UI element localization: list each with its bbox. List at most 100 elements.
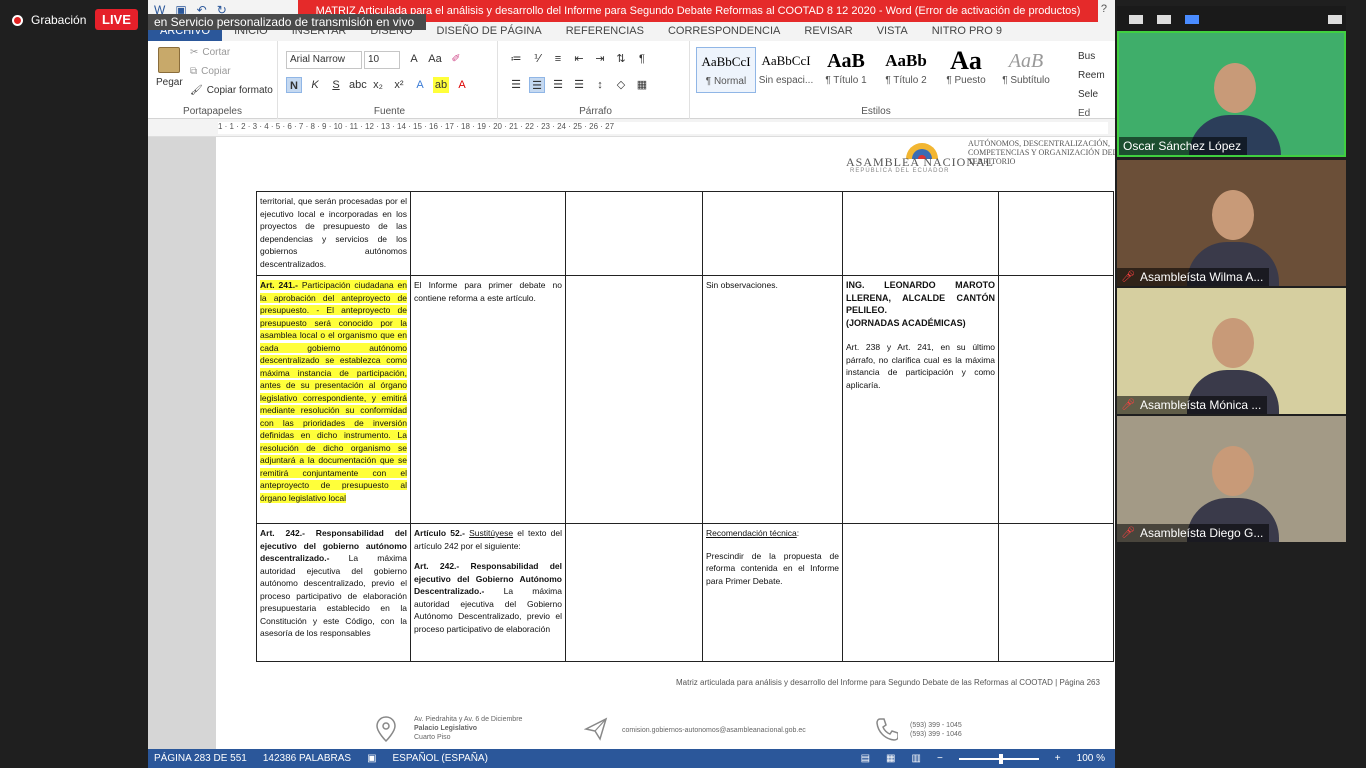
- borders-icon[interactable]: ▦: [634, 77, 650, 93]
- sort-icon[interactable]: ⇅: [613, 51, 629, 67]
- italic-icon[interactable]: K: [307, 77, 323, 93]
- align-left-icon[interactable]: ☰: [508, 77, 524, 93]
- tab-diseno-pagina[interactable]: DISEÑO DE PÁGINA: [425, 22, 554, 41]
- participant-tile[interactable]: 🎤︎ Asambleísta Diego G...: [1117, 416, 1346, 542]
- font-color-icon[interactable]: A: [454, 77, 470, 93]
- participant-tile[interactable]: 🎤︎ Asambleísta Wilma A...: [1117, 160, 1346, 286]
- justify-icon[interactable]: ☰: [571, 77, 587, 93]
- copy-button[interactable]: ⧉ Copiar: [190, 66, 231, 77]
- font-size-buttons: A Aa ✐: [406, 51, 464, 67]
- table-cell[interactable]: [410, 191, 566, 276]
- cut-button[interactable]: ✂ Cortar: [190, 47, 230, 58]
- participant-name: 🎤︎ Asambleísta Wilma A...: [1117, 268, 1270, 286]
- font-family-select[interactable]: Arial Narrow: [286, 51, 362, 69]
- style-title[interactable]: Aa ¶ Puesto: [936, 47, 996, 93]
- table-cell[interactable]: ING. LEONARDO MAROTO LLERENA, ALCALDE CA…: [842, 275, 999, 524]
- read-mode-icon[interactable]: ▤: [861, 753, 870, 764]
- table-cell[interactable]: [842, 191, 999, 276]
- tab-vista[interactable]: VISTA: [865, 22, 920, 41]
- tab-nitro[interactable]: NITRO PRO 9: [920, 22, 1014, 41]
- zoom-out-icon[interactable]: −: [937, 753, 943, 764]
- multilevel-icon[interactable]: ≡: [550, 51, 566, 67]
- numbering-icon[interactable]: ⅟: [529, 51, 545, 67]
- table-cell[interactable]: [998, 523, 1114, 662]
- grow-font-icon[interactable]: A: [406, 51, 422, 67]
- subscript-icon[interactable]: x₂: [370, 77, 386, 93]
- zoom-thumb[interactable]: [998, 753, 1003, 764]
- align-center-icon[interactable]: ☰: [529, 77, 545, 93]
- zoom-level[interactable]: 100 %: [1077, 753, 1105, 764]
- select-button[interactable]: Sele: [1078, 85, 1105, 104]
- brush-icon: 🖌: [190, 85, 203, 96]
- table-cell[interactable]: [565, 523, 703, 662]
- participant-name-text: Oscar Sánchez López: [1123, 139, 1242, 153]
- paste-icon[interactable]: [158, 47, 180, 73]
- proofing-icon[interactable]: ▣: [367, 753, 376, 764]
- font-format-buttons: N K S abc x₂ x² A ab A: [286, 77, 470, 93]
- copy-icon: ⧉: [190, 66, 198, 77]
- bold-icon[interactable]: N: [286, 77, 302, 93]
- style-heading-2[interactable]: AaBb ¶ Título 2: [876, 47, 936, 93]
- change-case-icon[interactable]: Aa: [427, 51, 443, 67]
- page-footer: Matriz articulada para análisis y desarr…: [676, 678, 1100, 687]
- style-subtitle[interactable]: AaB ¶ Subtítulo: [996, 47, 1056, 93]
- find-button[interactable]: Bus: [1078, 47, 1105, 66]
- view-strip-icon[interactable]: [1157, 14, 1171, 24]
- table-cell[interactable]: Art. 241.- Participación ciudadana en la…: [256, 275, 411, 524]
- shading-icon[interactable]: ◇: [613, 77, 629, 93]
- style-no-spacing[interactable]: AaBbCcI Sin espaci...: [756, 47, 816, 93]
- style-heading-1[interactable]: AaB ¶ Título 1: [816, 47, 876, 93]
- page-count[interactable]: PÁGINA 283 DE 551: [154, 753, 247, 764]
- table-cell[interactable]: territorial, que serán procesadas por el…: [256, 191, 411, 276]
- tab-correspondencia[interactable]: CORRESPONDENCIA: [656, 22, 792, 41]
- table-cell[interactable]: [565, 275, 703, 524]
- font-size-select[interactable]: 10: [364, 51, 400, 69]
- table-cell[interactable]: El Informe para primer debate no contien…: [410, 275, 566, 524]
- superscript-icon[interactable]: x²: [391, 77, 407, 93]
- tab-revisar[interactable]: REVISAR: [792, 22, 864, 41]
- table-cell[interactable]: Artículo 52.- Sustitúyese el texto del a…: [410, 523, 566, 662]
- view-grid-icon[interactable]: [1185, 14, 1199, 24]
- clear-format-icon[interactable]: ✐: [448, 51, 464, 67]
- decrease-indent-icon[interactable]: ⇤: [571, 51, 587, 67]
- table-cell[interactable]: [565, 191, 703, 276]
- pilcrow-icon[interactable]: ¶: [634, 51, 650, 67]
- view-single-icon[interactable]: [1129, 14, 1143, 24]
- text-effects-icon[interactable]: A: [412, 77, 428, 93]
- live-badge[interactable]: LIVE: [95, 9, 138, 30]
- paste-button[interactable]: Pegar: [156, 77, 183, 88]
- style-normal[interactable]: AaBbCcI ¶ Normal: [696, 47, 756, 93]
- document-page[interactable]: ASAMBLEA NACIONAL REPÚBLICA DEL ECUADOR …: [216, 137, 1115, 749]
- table-cell[interactable]: Art. 242.- Responsabilidad del ejecutivo…: [256, 523, 411, 662]
- increase-indent-icon[interactable]: ⇥: [592, 51, 608, 67]
- align-right-icon[interactable]: ☰: [550, 77, 566, 93]
- tab-referencias[interactable]: REFERENCIAS: [554, 22, 656, 41]
- bullets-icon[interactable]: ≔: [508, 51, 524, 67]
- table-cell[interactable]: Recomendación técnica: Prescindir de la …: [702, 523, 843, 662]
- web-layout-icon[interactable]: ▥: [912, 753, 921, 764]
- print-layout-icon[interactable]: ▦: [886, 753, 895, 764]
- participant-tile[interactable]: 🎤︎ Asambleísta Mónica ...: [1117, 288, 1346, 414]
- document-area[interactable]: ASAMBLEA NACIONAL REPÚBLICA DEL ECUADOR …: [148, 137, 1115, 749]
- table-cell[interactable]: Sin observaciones.: [702, 275, 843, 524]
- participant-name-text: Asambleísta Mónica ...: [1139, 398, 1262, 412]
- zoom-slider[interactable]: [958, 753, 1039, 764]
- format-painter-button[interactable]: 🖌 Copiar formato: [190, 85, 273, 96]
- help-icon[interactable]: ?: [1101, 3, 1107, 15]
- minimize-panel-icon[interactable]: [1328, 14, 1342, 24]
- table-cell[interactable]: [998, 275, 1114, 524]
- zoom-in-icon[interactable]: +: [1055, 753, 1061, 764]
- replace-button[interactable]: Reem: [1078, 66, 1105, 85]
- word-count[interactable]: 142386 PALABRAS: [263, 753, 351, 764]
- language-indicator[interactable]: ESPAÑOL (ESPAÑA): [393, 753, 488, 764]
- ruler[interactable]: 1 · 1 · 2 · 3 · 4 · 5 · 6 · 7 · 8 · 9 · …: [148, 119, 1115, 137]
- highlight-icon[interactable]: ab: [433, 77, 449, 93]
- table-row: territorial, que serán procesadas por el…: [256, 191, 1114, 276]
- strikethrough-icon[interactable]: abc: [349, 77, 367, 93]
- table-cell[interactable]: [702, 191, 843, 276]
- participant-tile[interactable]: Oscar Sánchez López: [1117, 31, 1346, 157]
- table-cell[interactable]: [842, 523, 999, 662]
- underline-icon[interactable]: S: [328, 77, 344, 93]
- line-spacing-icon[interactable]: ↕: [592, 77, 608, 93]
- table-cell[interactable]: [998, 191, 1114, 276]
